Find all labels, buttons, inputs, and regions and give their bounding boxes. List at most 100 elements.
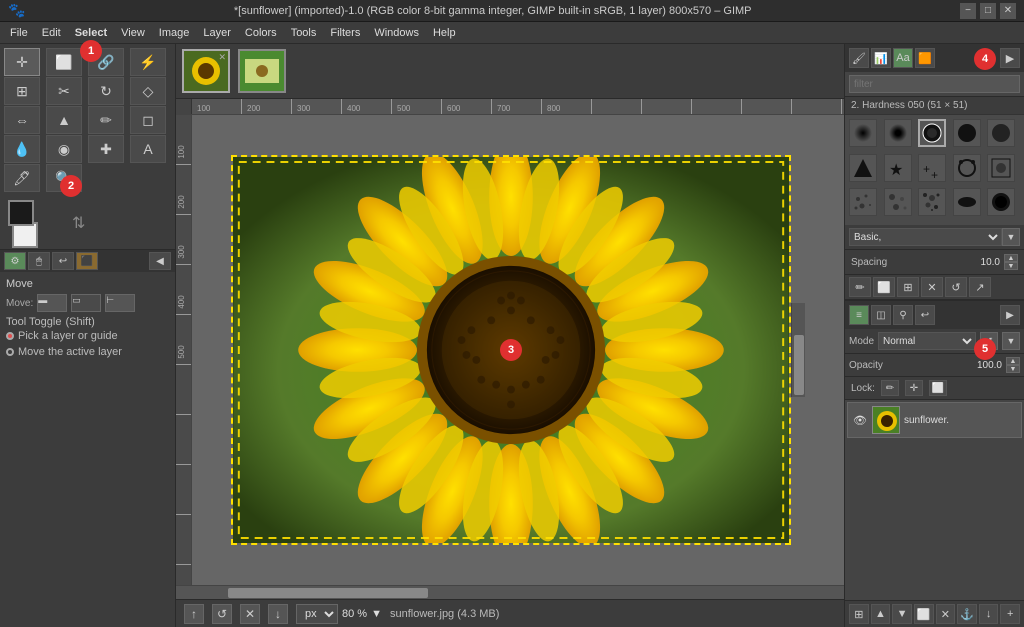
tab-undo-history[interactable]: ↩	[52, 252, 74, 270]
window-controls[interactable]: − □ ✕	[960, 3, 1016, 19]
opacity-down[interactable]: ▼	[1006, 365, 1020, 373]
brush-item-12[interactable]	[884, 188, 912, 216]
tab-undo[interactable]: ↩	[915, 305, 935, 325]
tool-free-select[interactable]: 🔗	[88, 48, 124, 76]
brush-edit-btn[interactable]: ✏	[849, 277, 871, 297]
spacing-up[interactable]: ▲	[1004, 254, 1018, 262]
brush-filter-input[interactable]	[849, 75, 1020, 93]
tool-erase[interactable]: ◻	[130, 106, 166, 134]
tool-pencil[interactable]: ✏	[88, 106, 124, 134]
option-pick-layer[interactable]: Pick a layer or guide	[6, 330, 169, 342]
layer-move-down[interactable]: ▼	[892, 604, 912, 624]
tool-flip[interactable]: ⇔	[4, 106, 40, 134]
brush-export-btn[interactable]: ↗	[969, 277, 991, 297]
brush-item-2[interactable]	[884, 119, 912, 147]
move-selection-btn[interactable]: ▭	[71, 294, 101, 312]
tool-heal[interactable]: ✚	[88, 135, 124, 163]
tool-color-picker[interactable]: 🖊	[4, 164, 40, 192]
menu-help[interactable]: Help	[427, 25, 462, 41]
lock-alpha[interactable]: ⬜	[929, 380, 947, 396]
menu-select[interactable]: Select	[69, 25, 113, 41]
tool-move[interactable]: ✛	[4, 48, 40, 76]
tab-brush-dynamics[interactable]: 📊	[871, 48, 891, 68]
status-script-btn[interactable]: ↓	[268, 604, 288, 624]
layer-new-from-visible[interactable]: ⊞	[849, 604, 869, 624]
spacing-down[interactable]: ▼	[1004, 262, 1018, 270]
layer-duplicate[interactable]: ⬜	[914, 604, 934, 624]
brush-paste-btn[interactable]: ⊞	[897, 277, 919, 297]
brush-preset-menu[interactable]: ▼	[1002, 228, 1020, 246]
status-delete-btn[interactable]: ✕	[240, 604, 260, 624]
move-path-btn[interactable]: ⊢	[105, 294, 135, 312]
canvas-image[interactable]: 3	[231, 155, 791, 545]
menu-file[interactable]: File	[4, 25, 34, 41]
move-layer-btn[interactable]: ▬	[37, 294, 67, 312]
brush-item-9[interactable]	[953, 154, 981, 182]
tool-text[interactable]: A	[130, 135, 166, 163]
layer-row-sunflower[interactable]: 👁 sunflower.	[847, 402, 1022, 438]
swap-colors[interactable]: ⇅	[72, 213, 85, 233]
image-thumb-2[interactable]	[238, 49, 286, 93]
lock-position[interactable]: ✛	[905, 380, 923, 396]
menu-windows[interactable]: Windows	[368, 25, 425, 41]
tab-device-status[interactable]: 🖱	[28, 252, 50, 270]
menu-image[interactable]: Image	[153, 25, 196, 41]
status-export-btn[interactable]: ↑	[184, 604, 204, 624]
tab-layers[interactable]: ≡	[849, 305, 869, 325]
brush-item-8[interactable]: + +	[918, 154, 946, 182]
minimize-button[interactable]: −	[960, 3, 976, 19]
tool-crop[interactable]: ✂	[46, 77, 82, 105]
status-restore-btn[interactable]: ↺	[212, 604, 232, 624]
foreground-color[interactable]	[8, 200, 34, 226]
maximize-button[interactable]: □	[980, 3, 996, 19]
tool-rect-select[interactable]: ⬜	[46, 48, 82, 76]
brush-item-11[interactable]	[849, 188, 877, 216]
tool-fuzzy-select[interactable]: ⚡	[130, 48, 166, 76]
brush-copy-btn[interactable]: ⬜	[873, 277, 895, 297]
hscrollbar-thumb[interactable]	[228, 588, 428, 598]
collapse-brush-panel[interactable]: ▶	[1000, 48, 1020, 68]
layer-anchor[interactable]: ⚓	[957, 604, 977, 624]
layer-merge[interactable]: ↓	[979, 604, 999, 624]
option-move-layer[interactable]: Move the active layer	[6, 346, 169, 358]
vertical-scrollbar[interactable]	[791, 303, 805, 397]
layer-mode-options[interactable]: ▼	[1002, 332, 1020, 350]
tab-brush-pattern[interactable]: 🟧	[915, 48, 935, 68]
collapse-tool-panel[interactable]: ◀	[149, 252, 171, 270]
tab-brush-tool[interactable]: 🖌	[849, 48, 869, 68]
brush-item-1[interactable]	[849, 119, 877, 147]
brush-preset-dropdown[interactable]: Basic,	[849, 228, 1002, 246]
brush-item-7[interactable]: ★	[884, 154, 912, 182]
layer-delete[interactable]: ✕	[936, 604, 956, 624]
image-thumb-1[interactable]: ✕	[182, 49, 230, 93]
layer-move-up[interactable]: ▲	[871, 604, 891, 624]
tool-blur[interactable]: 💧	[4, 135, 40, 163]
menu-view[interactable]: View	[115, 25, 151, 41]
menu-edit[interactable]: Edit	[36, 25, 67, 41]
tab-paths[interactable]: ⚲	[893, 305, 913, 325]
menu-tools[interactable]: Tools	[285, 25, 323, 41]
brush-refresh-btn[interactable]: ↺	[945, 277, 967, 297]
brush-item-15[interactable]	[987, 188, 1015, 216]
vscrollbar-thumb[interactable]	[794, 335, 804, 395]
layer-visibility-toggle[interactable]: 👁	[852, 412, 868, 428]
tab-tool-options[interactable]: ⚙	[4, 252, 26, 270]
brush-item-14[interactable]	[953, 188, 981, 216]
layer-mode-reset[interactable]: ↺	[980, 332, 998, 350]
brush-item-3[interactable]	[918, 119, 946, 147]
tab-brush-preset[interactable]: Aa	[893, 48, 913, 68]
tool-rotate[interactable]: ↻	[88, 77, 124, 105]
menu-layer[interactable]: Layer	[197, 25, 237, 41]
layer-mode-select[interactable]: Normal	[878, 332, 976, 350]
brush-item-4[interactable]	[953, 119, 981, 147]
brush-item-10[interactable]	[987, 154, 1015, 182]
tool-zoom[interactable]: 🔍	[46, 164, 82, 192]
menu-filters[interactable]: Filters	[324, 25, 366, 41]
zoom-unit-select[interactable]: px	[296, 604, 338, 624]
brush-item-13[interactable]	[918, 188, 946, 216]
collapse-layers-panel[interactable]: ▶	[1000, 305, 1020, 325]
tool-dodge[interactable]: ◉	[46, 135, 82, 163]
canvas-container[interactable]: 3	[192, 115, 844, 585]
tab-tool-preset[interactable]: ⬛	[76, 252, 98, 270]
tool-perspective[interactable]: ◇	[130, 77, 166, 105]
